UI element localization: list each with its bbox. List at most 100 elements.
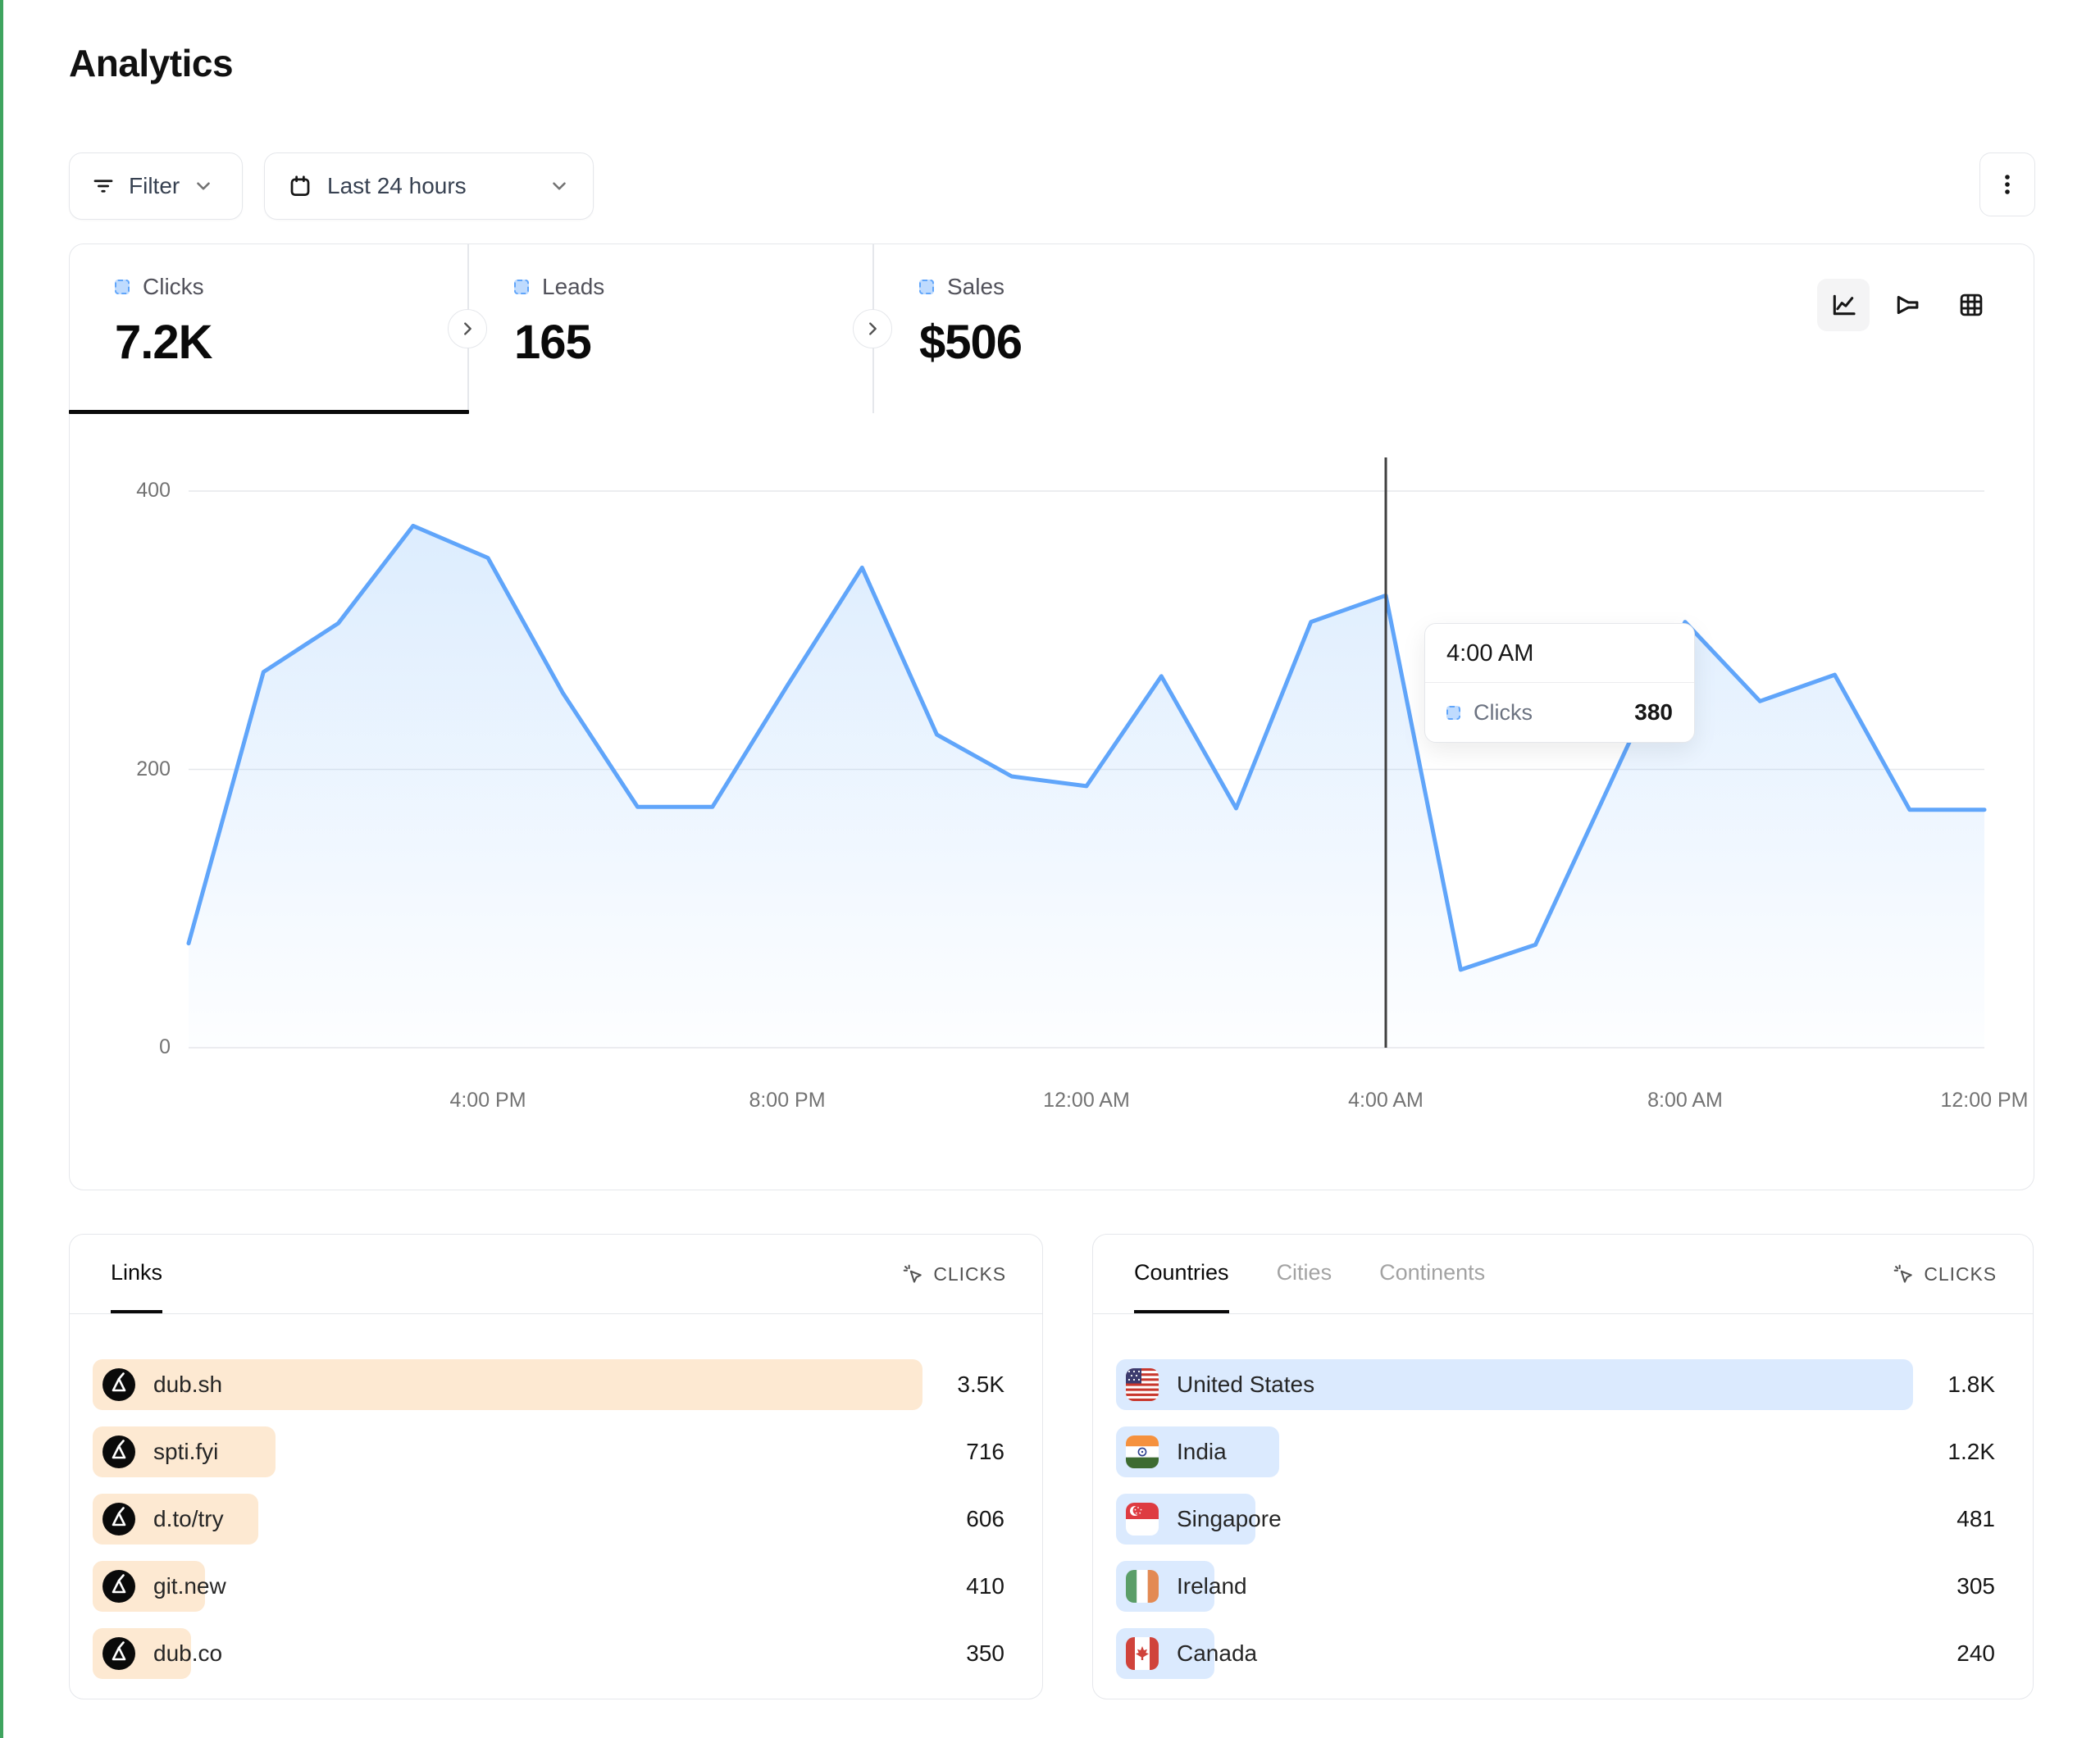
country-row-name: Ireland [1177, 1573, 1247, 1599]
metric-label: Sales [947, 274, 1004, 300]
date-range-label: Last 24 hours [327, 173, 467, 199]
country-row-bar: United States [1116, 1359, 1913, 1410]
link-row-bar: spti.fyi [93, 1426, 276, 1477]
x-axis-tick-label: 8:00 AM [1647, 1089, 1723, 1112]
us-flag-icon [1126, 1368, 1159, 1401]
chart-type-funnel-button[interactable] [1881, 279, 1934, 331]
link-row-name: dub.sh [153, 1372, 222, 1398]
link-row-bar: d.to/try [93, 1494, 258, 1545]
link-row-bar: dub.sh [93, 1359, 922, 1410]
kebab-icon [1996, 168, 2019, 201]
x-axis-tick-label: 8:00 PM [749, 1089, 825, 1112]
singapore-flag-icon [1126, 1503, 1159, 1536]
metric-value: $506 [919, 315, 1447, 370]
link-row-value: 606 [966, 1494, 1004, 1545]
tab-sales[interactable]: Sales $506 [873, 244, 1447, 413]
chevron-down-icon [549, 175, 570, 197]
dub-logo-icon [102, 1637, 135, 1670]
page-title: Analytics [69, 41, 233, 85]
dub-logo-icon [102, 1570, 135, 1603]
link-row[interactable]: git.new 410 [70, 1561, 1042, 1612]
country-row-value: 481 [1957, 1494, 1995, 1545]
link-row-value: 410 [966, 1561, 1004, 1612]
cursor-click-icon [902, 1263, 923, 1285]
metric-value: 7.2K [115, 315, 468, 370]
date-range-button[interactable]: Last 24 hours [264, 152, 594, 220]
country-row[interactable]: United States1.8K [1093, 1359, 2033, 1410]
link-row-name: dub.co [153, 1640, 222, 1667]
tab-cities[interactable]: Cities [1277, 1235, 1332, 1313]
tooltip-value: 380 [1634, 699, 1673, 726]
dub-logo-icon [102, 1368, 135, 1401]
country-row-name: India [1177, 1439, 1227, 1465]
more-options-button[interactable] [1979, 152, 2035, 216]
link-row[interactable]: dub.co 350 [70, 1628, 1042, 1679]
link-row-name: git.new [153, 1573, 226, 1599]
link-row-name: spti.fyi [153, 1439, 218, 1465]
sales-series-dot-icon [919, 280, 934, 294]
chart-type-line-button[interactable] [1817, 279, 1870, 331]
link-row-bar: git.new [93, 1561, 205, 1612]
tab-clicks[interactable]: Clicks 7.2K [69, 244, 468, 413]
link-row-value: 716 [966, 1426, 1004, 1477]
next-metric-chevron-button[interactable] [448, 309, 487, 348]
link-row-name: d.to/try [153, 1506, 224, 1532]
country-row[interactable]: Canada 240 [1093, 1628, 2033, 1679]
dub-logo-icon [102, 1503, 135, 1536]
sort-header-label: CLICKS [1924, 1263, 1997, 1285]
sort-header-label: CLICKS [933, 1263, 1006, 1285]
metric-label: Clicks [143, 274, 204, 300]
funnel-icon [1892, 289, 1923, 321]
tab-continents[interactable]: Continents [1379, 1235, 1485, 1313]
canada-flag-icon [1126, 1637, 1159, 1670]
country-row-name: Canada [1177, 1640, 1257, 1667]
tab-countries[interactable]: Countries [1134, 1235, 1229, 1313]
chart-tooltip: 4:00 AM Clicks 380 [1424, 623, 1695, 743]
next-metric-chevron-button[interactable] [853, 309, 892, 348]
country-row-value: 240 [1957, 1628, 1995, 1679]
calendar-icon [288, 174, 312, 198]
dub-logo-icon [102, 1503, 135, 1536]
cursor-click-icon [1893, 1263, 1914, 1285]
filter-button[interactable]: Filter [69, 152, 243, 220]
ireland-flag-icon [1126, 1570, 1159, 1603]
tab-leads[interactable]: Leads 165 [468, 244, 873, 413]
clicks-series-dot-icon [1446, 706, 1460, 720]
country-row[interactable]: Singapore 481 [1093, 1494, 2033, 1545]
y-axis-tick-label: 200 [80, 758, 171, 781]
link-row-value: 3.5K [957, 1359, 1004, 1410]
link-row[interactable]: d.to/try 606 [70, 1494, 1042, 1545]
countries-panel: Countries Cities Continents CLICKS Unite… [1092, 1234, 2034, 1699]
link-row-bar: dub.co [93, 1628, 191, 1679]
metric-value: 165 [514, 315, 873, 370]
chevron-right-icon [863, 320, 881, 338]
link-row[interactable]: dub.sh 3.5K [70, 1359, 1042, 1410]
dub-logo-icon [102, 1435, 135, 1468]
links-sort-by-clicks[interactable]: CLICKS [902, 1235, 1006, 1313]
singapore-flag-icon [1126, 1503, 1159, 1536]
tab-links[interactable]: Links [111, 1235, 162, 1313]
dub-logo-icon [102, 1570, 135, 1603]
dub-logo-icon [102, 1637, 135, 1670]
link-row-value: 350 [966, 1628, 1004, 1679]
country-row[interactable]: Ireland305 [1093, 1561, 2033, 1612]
dub-logo-icon [102, 1435, 135, 1468]
countries-sort-by-clicks[interactable]: CLICKS [1893, 1235, 1997, 1313]
clicks-area-chart[interactable] [69, 443, 2034, 1090]
window-edge-accent [0, 0, 3, 1738]
india-flag-icon [1126, 1435, 1159, 1468]
chevron-right-icon [458, 320, 476, 338]
country-row-bar: Ireland [1116, 1561, 1214, 1612]
link-row[interactable]: spti.fyi 716 [70, 1426, 1042, 1477]
chart-type-table-button[interactable] [1945, 279, 1998, 331]
country-row[interactable]: India1.2K [1093, 1426, 2033, 1477]
country-row-name: Singapore [1177, 1506, 1282, 1532]
chevron-down-icon [193, 175, 214, 197]
tooltip-series-label: Clicks [1474, 700, 1621, 726]
country-row-bar: Canada [1116, 1628, 1214, 1679]
filter-button-label: Filter [129, 173, 180, 199]
y-axis-tick-label: 400 [80, 479, 171, 503]
country-row-bar: Singapore [1116, 1494, 1255, 1545]
india-flag-icon [1126, 1435, 1159, 1468]
leads-series-dot-icon [514, 280, 529, 294]
